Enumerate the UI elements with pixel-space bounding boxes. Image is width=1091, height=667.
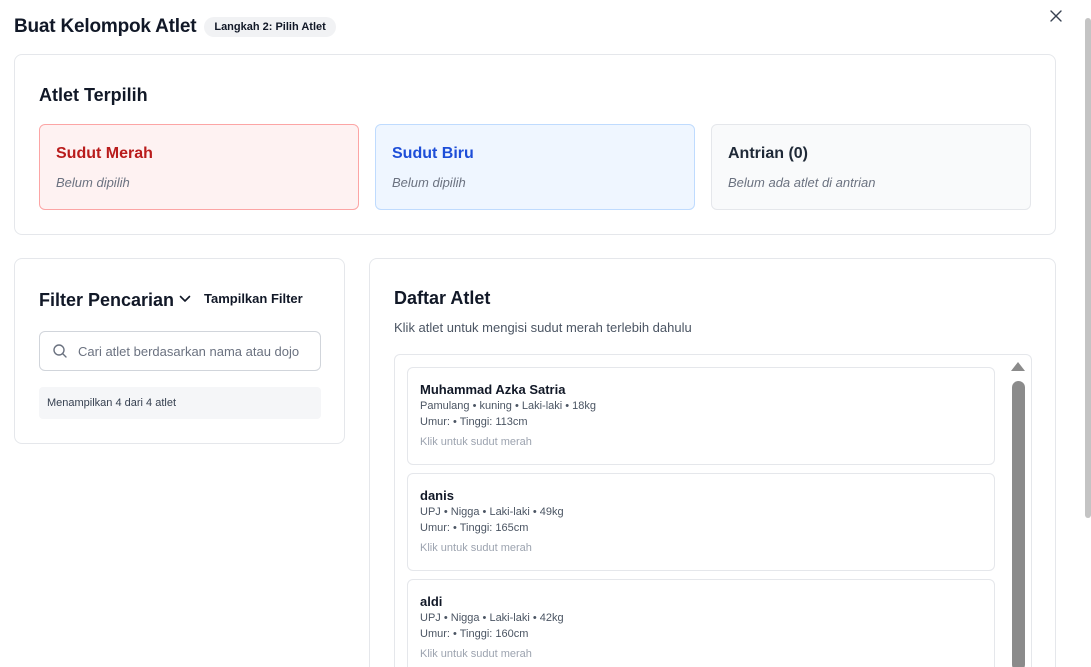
blue-corner-title: Sudut Biru — [392, 145, 474, 162]
athlete-item[interactable]: danis UPJ • Nigga • Laki-laki • 49kg Umu… — [407, 473, 995, 571]
search-filter-card: Filter Pencarian Tampilkan Filter Menamp… — [14, 258, 345, 444]
search-icon — [53, 344, 67, 358]
red-corner-status: Belum dipilih — [56, 175, 130, 190]
athlete-stats: Umur: • Tinggi: 160cm — [420, 628, 529, 640]
queue-title: Antrian (0) — [728, 145, 808, 162]
queue-slot[interactable]: Antrian (0) Belum ada atlet di antrian — [711, 124, 1031, 210]
blue-corner-slot[interactable]: Sudut Biru Belum dipilih — [375, 124, 695, 210]
close-button[interactable] — [1046, 6, 1066, 26]
athlete-item[interactable]: Muhammad Azka Satria Pamulang • kuning •… — [407, 367, 995, 465]
search-box[interactable] — [39, 331, 321, 371]
athlete-hint: Klik untuk sudut merah — [420, 648, 532, 660]
athlete-details: Pamulang • kuning • Laki-laki • 18kg — [420, 400, 597, 412]
athlete-stats: Umur: • Tinggi: 165cm — [420, 522, 529, 534]
athlete-item[interactable]: aldi UPJ • Nigga • Laki-laki • 42kg Umur… — [407, 579, 995, 667]
athlete-name: Muhammad Azka Satria — [420, 382, 566, 397]
athlete-list[interactable]: Muhammad Azka Satria Pamulang • kuning •… — [394, 354, 1032, 667]
athlete-details: UPJ • Nigga • Laki-laki • 49kg — [420, 506, 564, 518]
filter-title: Filter Pencarian — [39, 290, 175, 310]
show-filter-button[interactable]: Tampilkan Filter — [179, 291, 303, 306]
athlete-name: danis — [420, 488, 454, 503]
page-scrollbar-thumb[interactable] — [1085, 18, 1091, 518]
list-scrollbar-thumb[interactable] — [1012, 381, 1025, 667]
search-input[interactable] — [78, 343, 314, 359]
blue-corner-status: Belum dipilih — [392, 175, 466, 190]
queue-status: Belum ada atlet di antrian — [728, 175, 876, 190]
athlete-list-subtitle: Klik atlet untuk mengisi sudut merah ter… — [394, 320, 692, 335]
show-filter-label: Tampilkan Filter — [204, 291, 303, 306]
red-corner-slot[interactable]: Sudut Merah Belum dipilih — [39, 124, 359, 210]
athlete-hint: Klik untuk sudut merah — [420, 542, 532, 554]
athlete-list-card: Daftar Atlet Klik atlet untuk mengisi su… — [369, 258, 1056, 667]
dialog-header: Buat Kelompok Atlet Langkah 2: Pilih Atl… — [14, 16, 336, 38]
selected-athletes-card: Atlet Terpilih Sudut Merah Belum dipilih… — [14, 54, 1056, 235]
red-corner-title: Sudut Merah — [56, 145, 153, 162]
athlete-list-title: Daftar Atlet — [394, 288, 491, 308]
chevron-down-icon — [179, 295, 191, 302]
step-badge: Langkah 2: Pilih Atlet — [204, 17, 336, 37]
athlete-stats: Umur: • Tinggi: 113cm — [420, 416, 528, 428]
dialog-title: Buat Kelompok Atlet — [14, 16, 197, 37]
result-count: Menampilkan 4 dari 4 atlet — [39, 387, 321, 419]
athlete-hint: Klik untuk sudut merah — [420, 436, 532, 448]
athlete-details: UPJ • Nigga • Laki-laki • 42kg — [420, 612, 564, 624]
selected-athletes-title: Atlet Terpilih — [39, 85, 148, 105]
close-icon — [1050, 10, 1062, 22]
athlete-name: aldi — [420, 594, 443, 609]
scroll-up-arrow-icon[interactable] — [1011, 361, 1025, 371]
